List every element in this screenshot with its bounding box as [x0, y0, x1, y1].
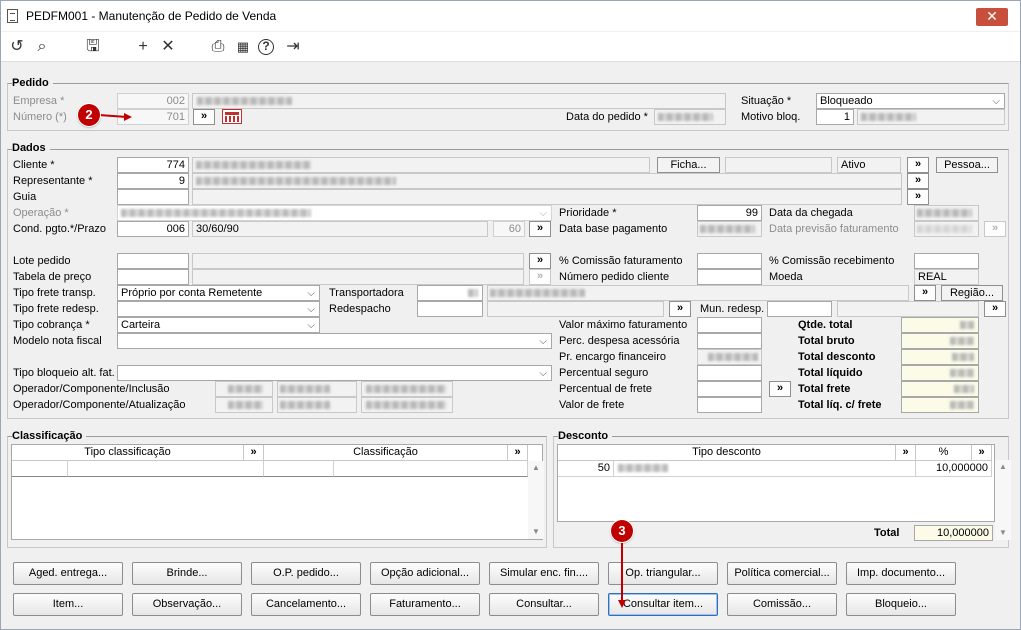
main-window: PEDFM001 - Manutenção de Pedido de Venda…	[0, 0, 1021, 630]
step-marker-3: 3	[611, 520, 633, 542]
step-marker-2: 2	[78, 104, 100, 126]
annotation-arrows	[98, 113, 626, 608]
